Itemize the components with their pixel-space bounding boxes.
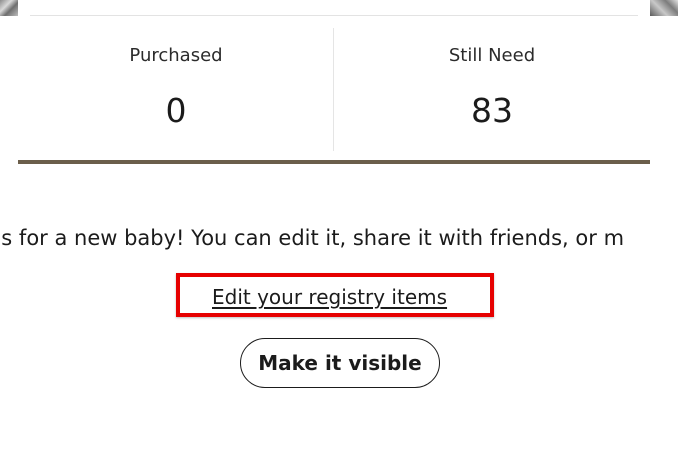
photo-fragment-left xyxy=(0,0,18,16)
stat-still-need: Still Need 83 xyxy=(334,28,650,151)
stat-purchased-label: Purchased xyxy=(129,45,223,66)
top-divider xyxy=(30,15,638,16)
registry-intro-text: ns for a new baby! You can edit it, shar… xyxy=(0,226,625,250)
registry-summary-page: Purchased 0 Still Need 83 ns for a new b… xyxy=(0,0,678,451)
stat-still-need-label: Still Need xyxy=(448,45,536,66)
make-visible-button[interactable]: Make it visible xyxy=(240,338,440,388)
registry-stats: Purchased 0 Still Need 83 xyxy=(18,28,650,151)
registry-intro: ns for a new baby! You can edit it, shar… xyxy=(0,224,678,254)
section-divider xyxy=(18,160,650,164)
edit-registry-items-link[interactable]: Edit your registry items xyxy=(212,285,447,309)
stats-divider xyxy=(333,28,334,151)
photo-fragment-right xyxy=(650,0,678,16)
stat-purchased-value: 0 xyxy=(165,91,187,130)
stat-purchased: Purchased 0 xyxy=(18,28,334,151)
stat-still-need-value: 83 xyxy=(471,91,513,130)
